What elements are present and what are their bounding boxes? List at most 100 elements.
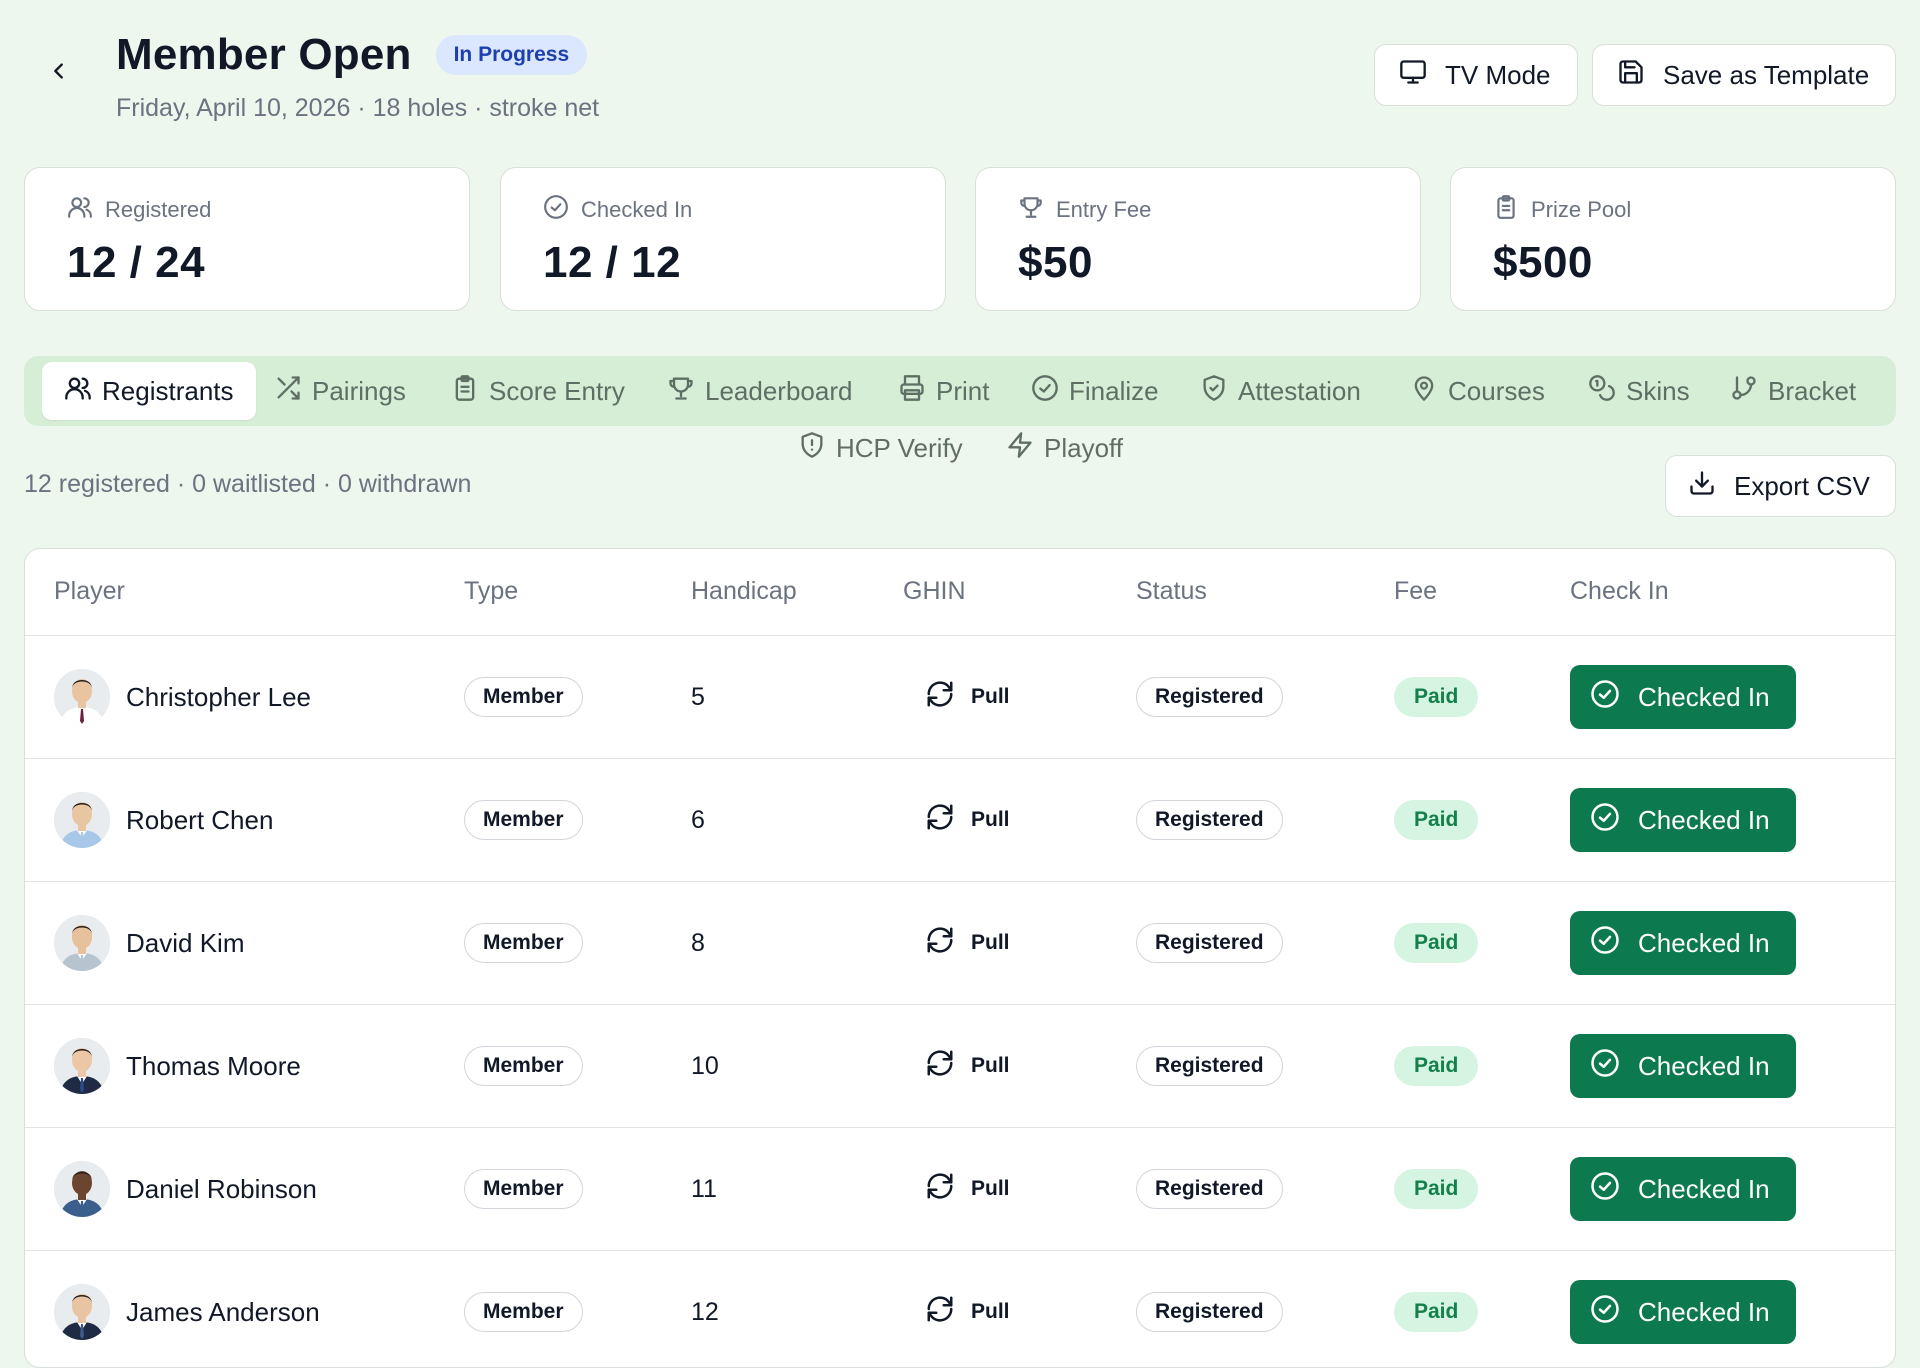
- ghin-pull-button[interactable]: Pull: [925, 1294, 1010, 1330]
- header: Member Open In Progress Friday, April 10…: [116, 30, 599, 123]
- checked-in-label: Checked In: [1638, 927, 1770, 958]
- ghin-pull-button[interactable]: Pull: [925, 1171, 1010, 1207]
- checked-in-button[interactable]: Checked In: [1570, 1157, 1796, 1221]
- fee-status-badge: Paid: [1394, 800, 1479, 840]
- refresh-icon: [925, 679, 955, 715]
- fee-status-badge: Paid: [1394, 1046, 1479, 1086]
- event-subtitle: Friday, April 10, 2026 · 18 holes · stro…: [116, 94, 600, 122]
- ghin-pull-button[interactable]: Pull: [925, 802, 1010, 838]
- handicap-value: 12: [691, 1297, 719, 1326]
- tab-label: Attestation: [1238, 375, 1361, 406]
- table-row[interactable]: Thomas Moore Member 10 Pull Registered P…: [25, 1005, 1895, 1128]
- handicap-value: 6: [691, 805, 705, 834]
- registration-status-badge: Registered: [1136, 800, 1283, 840]
- avatar: [54, 1038, 110, 1094]
- checked-in-label: Checked In: [1638, 1050, 1770, 1081]
- tv-mode-label: TV Mode: [1445, 59, 1551, 90]
- player-type-badge: Member: [464, 1046, 583, 1086]
- tab-courses[interactable]: Courses: [1410, 362, 1545, 420]
- player-name: David Kim: [126, 927, 245, 958]
- checked-in-button[interactable]: Checked In: [1570, 911, 1796, 975]
- printer-icon: [898, 374, 926, 409]
- avatar: [54, 669, 110, 725]
- avatar: [54, 915, 110, 971]
- tab-label: HCP Verify: [836, 432, 963, 463]
- check-circle-icon: [1590, 1294, 1620, 1331]
- checked-in-button[interactable]: Checked In: [1570, 665, 1796, 729]
- table-header: Player Type Handicap GHIN Status Fee Che…: [25, 549, 1895, 636]
- column-header[interactable]: GHIN: [903, 577, 966, 606]
- chevron-left-icon: [48, 60, 70, 87]
- shield-alert-icon: [798, 431, 826, 466]
- table-row[interactable]: Christopher Lee Member 5 Pull Registered…: [25, 636, 1895, 759]
- tab-registrants[interactable]: Registrants: [42, 362, 256, 420]
- table-row[interactable]: Daniel Robinson Member 11 Pull Registere…: [25, 1128, 1895, 1251]
- tab-label: Registrants: [102, 375, 234, 406]
- tab-bar: Registrants Pairings Score Entry Leaderb…: [24, 356, 1896, 426]
- download-icon: [1688, 469, 1716, 504]
- tab-label: Playoff: [1044, 432, 1124, 463]
- stat-value: 12 / 24: [67, 238, 206, 287]
- ghin-pull-button[interactable]: Pull: [925, 1048, 1010, 1084]
- back-button[interactable]: [44, 58, 74, 88]
- export-csv-label: Export CSV: [1734, 470, 1870, 501]
- trophy-icon: [1018, 194, 1044, 226]
- coins-icon: [1588, 374, 1616, 409]
- player-name: James Anderson: [126, 1296, 320, 1327]
- tab-hcp-verify[interactable]: HCP Verify: [798, 428, 963, 468]
- table-row[interactable]: Robert Chen Member 6 Pull Registered Pai…: [25, 759, 1895, 882]
- handicap-value: 11: [691, 1174, 717, 1203]
- table-row[interactable]: David Kim Member 8 Pull Registered Paid: [25, 882, 1895, 1005]
- stat-card-checked-in: Checked In 12 / 12: [500, 167, 946, 311]
- page-title: Member Open: [116, 30, 412, 79]
- avatar: [54, 792, 110, 848]
- ghin-pull-button[interactable]: Pull: [925, 679, 1010, 715]
- ghin-pull-label: Pull: [971, 1054, 1010, 1077]
- export-csv-button[interactable]: Export CSV: [1665, 455, 1896, 517]
- column-header[interactable]: Player: [54, 577, 125, 606]
- fee-status-badge: Paid: [1394, 923, 1479, 963]
- stat-label: Checked In: [581, 197, 693, 222]
- column-header[interactable]: Check In: [1570, 577, 1669, 606]
- avatar: [54, 1284, 110, 1340]
- table-row[interactable]: James Anderson Member 12 Pull Registered…: [25, 1251, 1895, 1367]
- save-as-template-button[interactable]: Save as Template: [1592, 44, 1896, 106]
- tab-label: Skins: [1626, 375, 1690, 406]
- player-type-badge: Member: [464, 923, 583, 963]
- tab-attestation[interactable]: Attestation: [1200, 362, 1361, 420]
- player-type-badge: Member: [464, 1292, 583, 1332]
- ghin-pull-button[interactable]: Pull: [925, 925, 1010, 961]
- checked-in-button[interactable]: Checked In: [1570, 1034, 1796, 1098]
- tab-bracket[interactable]: Bracket: [1730, 362, 1856, 420]
- column-header[interactable]: Type: [464, 577, 518, 606]
- tab-label: Bracket: [1768, 375, 1857, 406]
- status-badge: In Progress: [435, 35, 588, 75]
- registration-status-badge: Registered: [1136, 677, 1283, 717]
- tab-finalize[interactable]: Finalize: [1031, 362, 1159, 420]
- save-icon: [1617, 58, 1645, 93]
- fee-status-badge: Paid: [1394, 1292, 1479, 1332]
- ghin-pull-label: Pull: [971, 1177, 1010, 1200]
- tab-print[interactable]: Print: [898, 362, 989, 420]
- stat-label: Entry Fee: [1056, 197, 1152, 222]
- tab-leaderboard[interactable]: Leaderboard: [667, 362, 852, 420]
- column-header[interactable]: Handicap: [691, 577, 797, 606]
- column-header[interactable]: Fee: [1394, 577, 1437, 606]
- registration-status-badge: Registered: [1136, 923, 1283, 963]
- checked-in-button[interactable]: Checked In: [1570, 788, 1796, 852]
- checked-in-button[interactable]: Checked In: [1570, 1280, 1796, 1344]
- tab-score-entry[interactable]: Score Entry: [451, 362, 625, 420]
- tab-label: Pairings: [312, 375, 406, 406]
- tab-pairings[interactable]: Pairings: [274, 362, 406, 420]
- registration-status-badge: Registered: [1136, 1292, 1283, 1332]
- tv-mode-button[interactable]: TV Mode: [1374, 44, 1578, 106]
- refresh-icon: [925, 1171, 955, 1207]
- tab-label: Finalize: [1069, 375, 1159, 406]
- users-icon: [64, 374, 92, 409]
- registrants-table: Player Type Handicap GHIN Status Fee Che…: [24, 548, 1896, 1368]
- git-branch-icon: [1730, 374, 1758, 409]
- tab-skins[interactable]: Skins: [1588, 362, 1690, 420]
- column-header[interactable]: Status: [1136, 577, 1207, 606]
- tab-playoff[interactable]: Playoff: [1006, 428, 1123, 468]
- tab-label: Score Entry: [489, 375, 625, 406]
